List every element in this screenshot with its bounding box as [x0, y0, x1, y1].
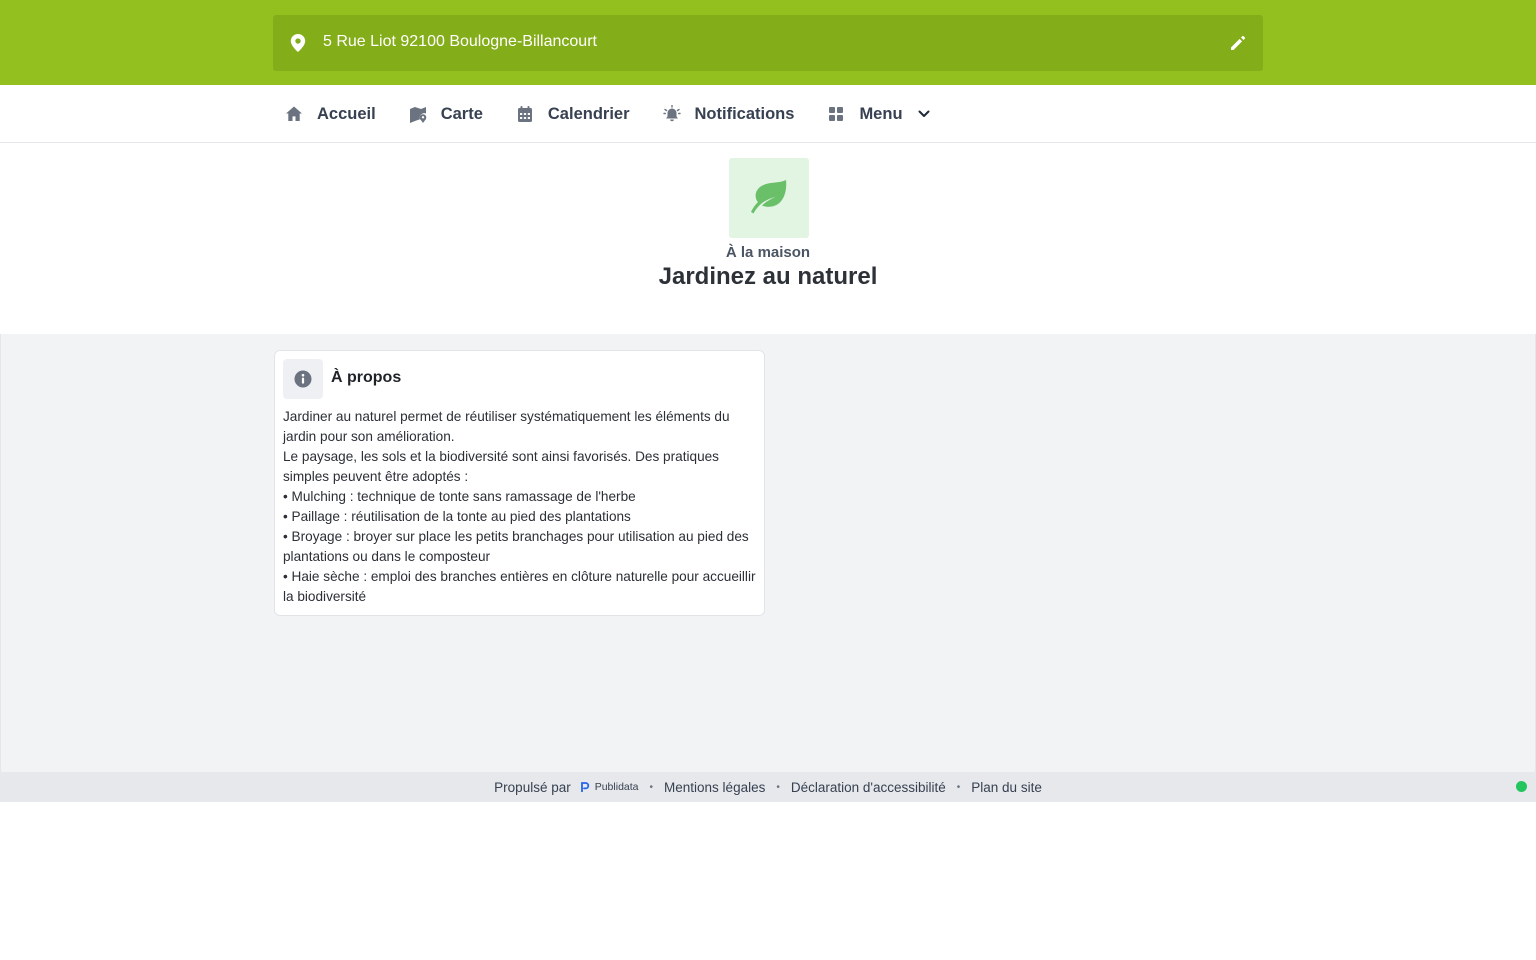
- nav-label: Notifications: [694, 104, 795, 123]
- nav-item-notifications[interactable]: Notifications: [662, 85, 795, 143]
- publidata-logo-icon: [580, 782, 589, 792]
- publidata-link[interactable]: Publidata: [580, 781, 639, 793]
- nav-item-accueil[interactable]: Accueil: [285, 85, 376, 143]
- map-icon: [409, 107, 427, 123]
- map-pin-icon: [290, 34, 306, 52]
- about-body: Jardiner au naturel permet de réutiliser…: [283, 407, 759, 607]
- main-navigation: Accueil Carte Calendrier Notifications M…: [0, 85, 1536, 143]
- powered-by-label: Propulsé par: [494, 779, 571, 795]
- accessibility-link[interactable]: Déclaration d'accessibilité: [791, 780, 946, 795]
- about-text-line: Jardiner au naturel permet de réutiliser…: [283, 409, 730, 444]
- about-icon-tile: [283, 359, 323, 399]
- nav-label: Calendrier: [547, 104, 630, 123]
- address-text: 5 Rue Liot 92100 Boulogne-Billancourt: [323, 33, 597, 50]
- about-title: À propos: [331, 369, 402, 386]
- bell-icon: [662, 105, 681, 122]
- home-icon: [286, 106, 302, 121]
- legal-notice-link[interactable]: Mentions légales: [664, 780, 765, 795]
- about-bullet: • Broyage : broyer sur place les petits …: [283, 529, 749, 564]
- nav-item-carte[interactable]: Carte: [409, 85, 483, 143]
- nav-item-calendrier[interactable]: Calendrier: [516, 85, 630, 143]
- address-bar-region: 5 Rue Liot 92100 Boulogne-Billancourt: [0, 0, 1536, 85]
- nav-label: Accueil: [317, 104, 376, 123]
- footer-separator: •: [776, 781, 780, 793]
- pencil-icon: [1231, 35, 1246, 50]
- footer-separator: •: [649, 781, 654, 793]
- chevron-down-icon: [918, 110, 930, 117]
- leaf-icon: [751, 180, 787, 214]
- status-indicator: [1516, 781, 1527, 792]
- footer-separator: •: [956, 781, 961, 793]
- nav-label: Menu: [859, 104, 903, 123]
- info-icon: [294, 370, 312, 388]
- about-bullet: • Paillage : réutilisation de la tonte a…: [283, 509, 631, 524]
- about-bullet: • Mulching : technique de tonte sans ram…: [283, 489, 636, 504]
- category-tile: [729, 158, 809, 238]
- edit-address-button[interactable]: [1229, 34, 1247, 52]
- main-content: À propos Jardiner au naturel permet de r…: [1, 334, 1535, 772]
- sitemap-link[interactable]: Plan du site: [971, 780, 1042, 795]
- about-card: À propos Jardiner au naturel permet de r…: [274, 350, 765, 616]
- address-selector[interactable]: 5 Rue Liot 92100 Boulogne-Billancourt: [273, 15, 1263, 71]
- grid-icon: [829, 107, 844, 121]
- nav-item-menu[interactable]: Menu: [827, 85, 930, 143]
- footer: Propulsé par Publidata • Mentions légale…: [0, 772, 1536, 802]
- about-text-line: Le paysage, les sols et la biodiversité …: [283, 449, 719, 484]
- about-bullet: • Haie sèche : emploi des branches entiè…: [283, 569, 756, 604]
- calendar-icon: [517, 106, 532, 122]
- category-label: À la maison: [725, 244, 811, 261]
- nav-label: Carte: [440, 104, 483, 123]
- page-title: Jardinez au naturel: [658, 263, 878, 290]
- publidata-brand: Publidata: [594, 781, 639, 793]
- page-header: À la maison Jardinez au naturel: [0, 143, 1536, 334]
